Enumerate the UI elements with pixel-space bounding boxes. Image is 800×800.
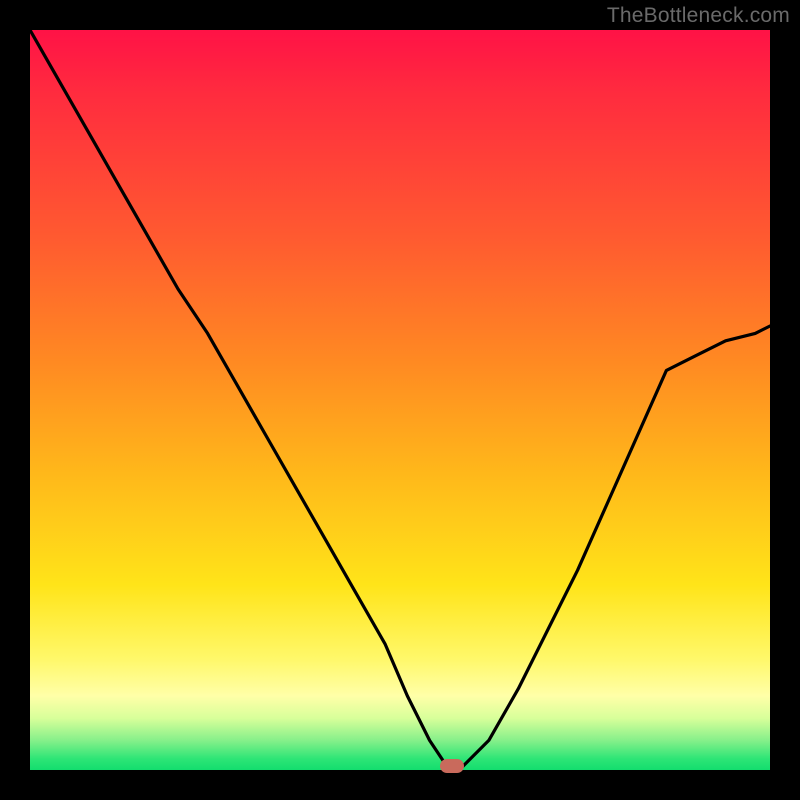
watermark-text: TheBottleneck.com [607, 4, 790, 28]
optimum-marker [440, 759, 464, 773]
outer-frame: TheBottleneck.com [0, 0, 800, 800]
gradient-plot-area [30, 30, 770, 770]
bottleneck-curve-path [30, 30, 770, 770]
curve-svg [30, 30, 770, 770]
